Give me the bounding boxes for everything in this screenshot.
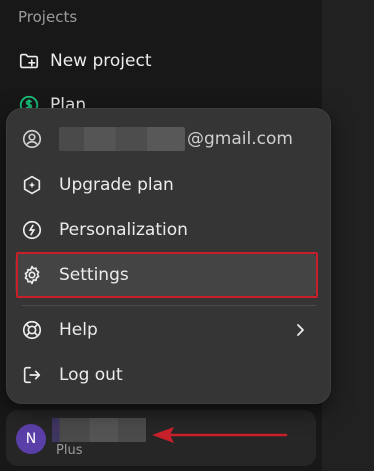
redacted-username (52, 418, 146, 442)
new-project-item[interactable]: New project (18, 50, 152, 72)
red-arrow-annotation (152, 427, 288, 443)
avatar: N (16, 424, 46, 454)
logout-item[interactable]: Log out (21, 355, 316, 395)
personalization-label: Personalization (59, 220, 188, 240)
new-project-label: New project (50, 51, 152, 71)
menu-divider (21, 305, 316, 306)
settings-item[interactable]: Settings (21, 255, 316, 295)
settings-label: Settings (59, 265, 129, 285)
personalization-item[interactable]: Personalization (21, 210, 316, 250)
lifebuoy-icon (21, 319, 43, 341)
folder-plus-icon (18, 50, 40, 72)
plan-badge: Plus (56, 443, 83, 458)
account-menu: @gmail.com Upgrade plan Personalization (6, 108, 331, 404)
projects-section-label: Projects (18, 8, 78, 26)
user-circle-icon (21, 128, 43, 150)
sparkle-hex-icon (21, 174, 43, 196)
logout-label: Log out (59, 365, 123, 385)
upgrade-plan-label: Upgrade plan (59, 175, 174, 195)
chevron-right-icon (292, 322, 308, 338)
email-suffix: @gmail.com (187, 129, 293, 149)
logout-icon (21, 364, 43, 386)
account-email-row: @gmail.com (21, 119, 316, 159)
redacted-email-user (59, 127, 185, 151)
personalization-icon (21, 219, 43, 241)
help-label: Help (59, 320, 98, 340)
gear-icon (21, 264, 43, 286)
upgrade-plan-item[interactable]: Upgrade plan (21, 165, 316, 205)
help-item[interactable]: Help (21, 310, 316, 350)
